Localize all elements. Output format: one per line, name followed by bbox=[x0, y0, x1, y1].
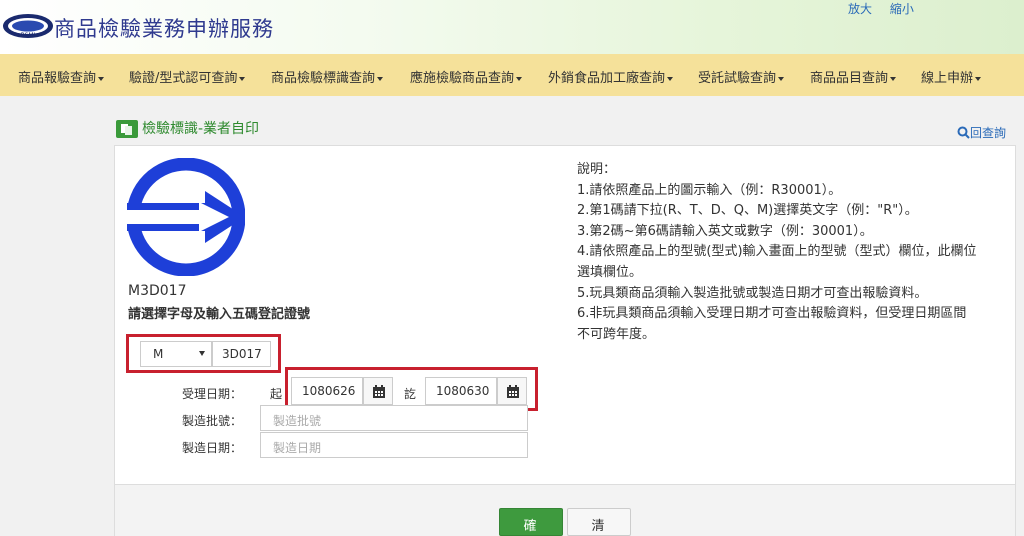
caret-down-icon bbox=[377, 76, 384, 81]
dropdown-arrow-icon bbox=[199, 351, 205, 356]
caret-down-icon bbox=[890, 76, 897, 81]
date-to-input[interactable]: 1080630 bbox=[425, 377, 497, 405]
nav-item-mark-query[interactable]: 商品檢驗標識查詢 bbox=[271, 67, 384, 86]
batch-input[interactable]: 製造批號 bbox=[260, 405, 528, 431]
to-label: 訖 bbox=[404, 387, 417, 401]
caret-down-icon bbox=[975, 76, 982, 81]
instruction-text: 請選擇字母及輸入五碼登記證號 bbox=[128, 307, 311, 322]
letter-select[interactable]: M bbox=[140, 341, 212, 367]
registration-code-input[interactable]: 3D017 bbox=[212, 341, 271, 367]
accept-date-label: 受理日期： bbox=[182, 387, 243, 401]
shrink-link[interactable]: 縮小 bbox=[890, 2, 914, 16]
form-footer bbox=[114, 485, 1016, 536]
calendar-to-button[interactable] bbox=[497, 377, 527, 405]
search-icon bbox=[957, 126, 970, 139]
note-line: 選填欄位。 bbox=[577, 264, 643, 280]
page-title: 檢驗標識-業者自印 bbox=[142, 121, 260, 137]
notes-heading: 說明： bbox=[577, 162, 617, 177]
nav-item-certification-query[interactable]: 驗證/型式認可查詢 bbox=[129, 67, 246, 86]
nav-item-food-factory[interactable]: 外銷食品加工廠查詢 bbox=[548, 67, 674, 86]
caret-down-icon bbox=[239, 76, 246, 81]
note-line: 3.第2碼~第6碼請輸入英文或數字（例：30001）。 bbox=[577, 223, 873, 239]
instructions-panel: 說明： 1.請依照產品上的圖示輸入（例：R30001）。 2.第1碼請下拉(R、… bbox=[577, 160, 1017, 345]
note-line: 5.玩具類商品須輸入製造批號或製造日期才可查出報驗資料。 bbox=[577, 285, 928, 301]
site-header: BSMI 商品檢驗業務申辦服務 放大 縮小 bbox=[0, 0, 1024, 54]
from-label: 起 bbox=[270, 387, 283, 401]
mfg-date-label: 製造日期： bbox=[182, 441, 243, 455]
confirm-button[interactable]: 確定 bbox=[499, 508, 563, 536]
nav-item-regulated-products[interactable]: 應施檢驗商品查詢 bbox=[410, 67, 523, 86]
nav-item-online-application[interactable]: 線上申辦 bbox=[921, 67, 982, 86]
note-line: 不可跨年度。 bbox=[577, 326, 656, 342]
nav-item-commissioned-test[interactable]: 受託試驗查詢 bbox=[698, 67, 785, 86]
caret-down-icon bbox=[516, 76, 523, 81]
calendar-from-button[interactable] bbox=[363, 377, 393, 405]
nav-item-inspection-query[interactable]: 商品報驗查詢 bbox=[18, 67, 105, 86]
caret-down-icon bbox=[98, 76, 105, 81]
clear-button[interactable]: 清除 bbox=[567, 508, 631, 536]
bsmi-logo-icon[interactable]: BSMI bbox=[2, 12, 54, 40]
batch-label: 製造批號： bbox=[182, 414, 243, 428]
calendar-icon bbox=[507, 385, 519, 398]
note-line: 4.請依照產品上的型號(型式)輸入畫面上的型號（型式）欄位，此欄位 bbox=[577, 244, 977, 260]
enlarge-link[interactable]: 放大 bbox=[848, 2, 872, 16]
caret-down-icon bbox=[667, 76, 674, 81]
date-from-input[interactable]: 1080626 bbox=[291, 377, 363, 405]
caret-down-icon bbox=[778, 76, 785, 81]
note-line: 6.非玩具類商品須輸入受理日期才可查出報驗資料，但受理日期區間 bbox=[577, 306, 967, 322]
main-nav: 商品報驗查詢 驗證/型式認可查詢 商品檢驗標識查詢 應施檢驗商品查詢 外銷食品加… bbox=[0, 54, 1024, 96]
font-size-links: 放大 縮小 bbox=[848, 0, 928, 17]
nav-item-product-catalog[interactable]: 商品品目查詢 bbox=[810, 67, 897, 86]
site-title: 商品檢驗業務申辦服務 bbox=[54, 17, 274, 41]
note-line: 2.第1碼請下拉(R、T、D、Q、M)選擇英文字（例："R"）。 bbox=[577, 203, 918, 219]
calendar-icon bbox=[373, 385, 385, 398]
mfg-date-input[interactable]: 製造日期 bbox=[260, 432, 528, 458]
back-to-query-link[interactable]: 回查詢 bbox=[957, 124, 1006, 141]
note-line: 1.請依照產品上的圖示輸入（例：R30001）。 bbox=[577, 182, 842, 198]
document-icon bbox=[116, 120, 138, 138]
svg-text:BSMI: BSMI bbox=[21, 32, 36, 39]
mark-code: M3D017 bbox=[128, 283, 187, 299]
inspection-mark-icon bbox=[127, 158, 245, 276]
